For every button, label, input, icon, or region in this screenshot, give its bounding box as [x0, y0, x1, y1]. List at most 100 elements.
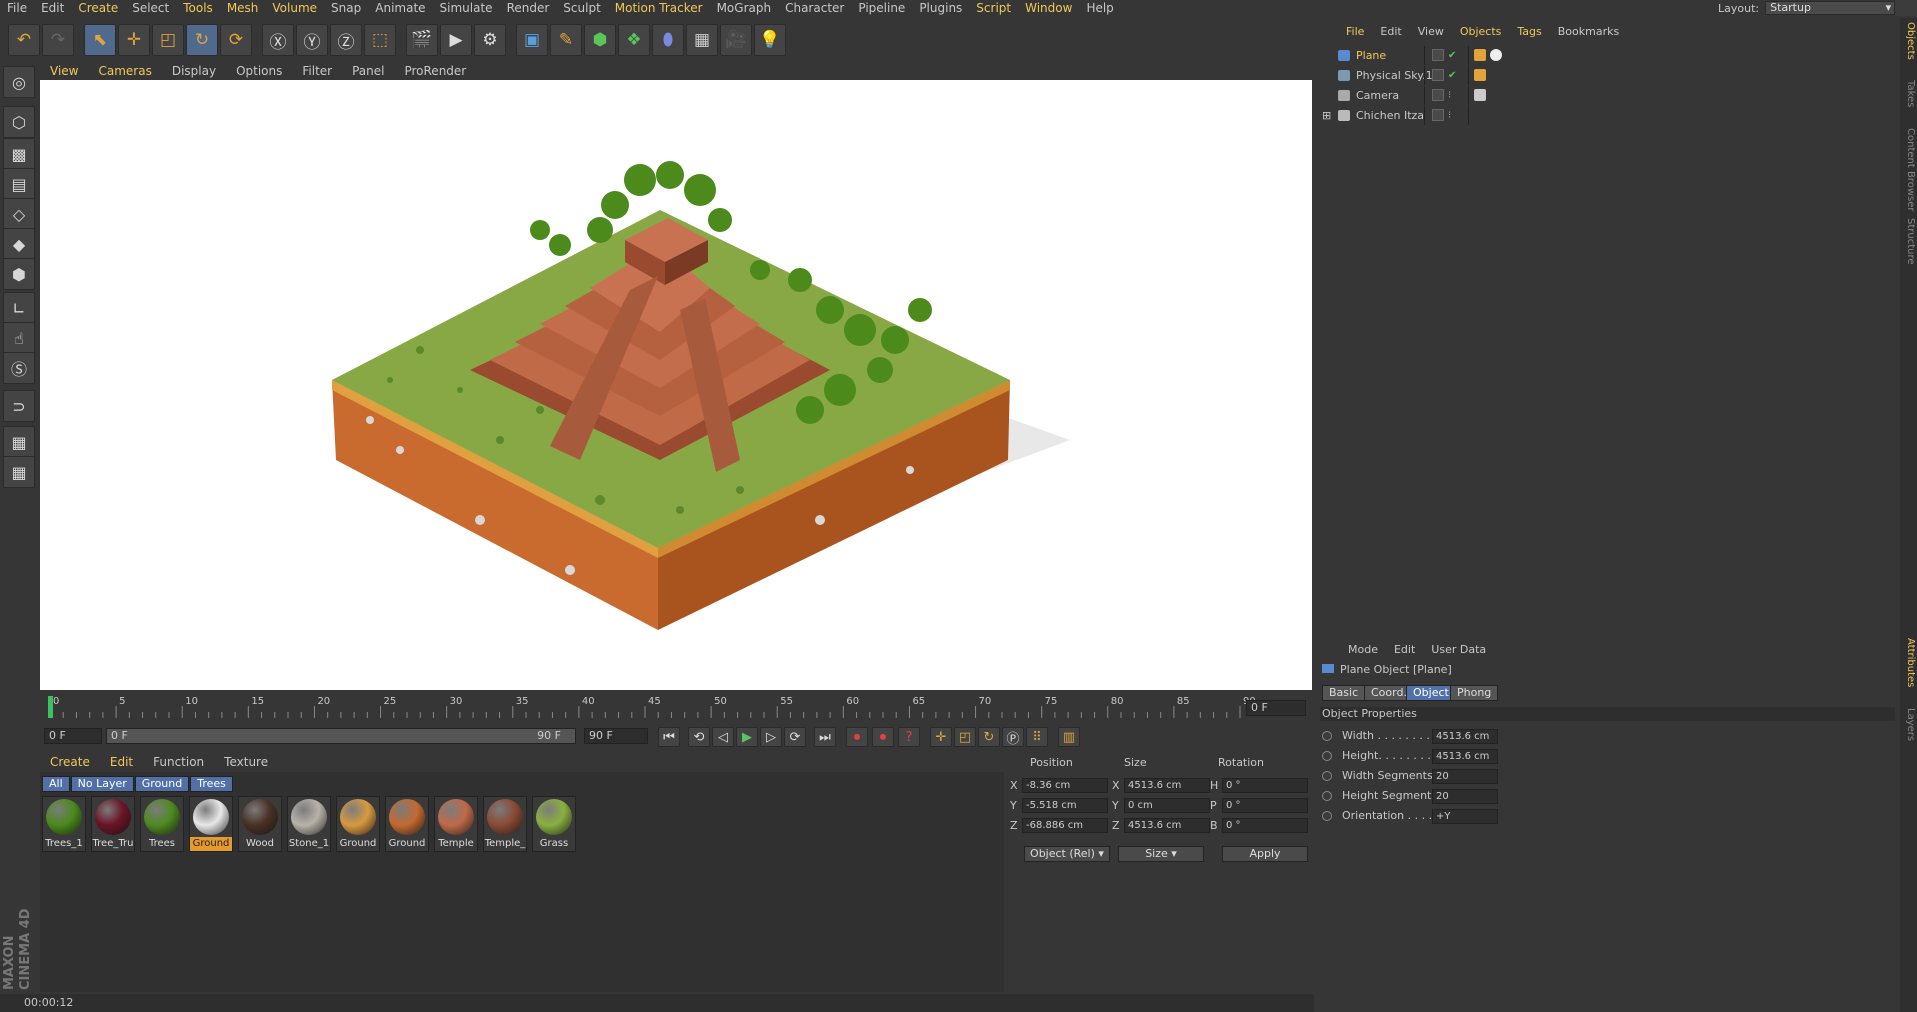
- object-row[interactable]: Physical Sky.1 ✔: [1320, 66, 1900, 85]
- end-frame-field[interactable]: 90 F: [584, 728, 648, 744]
- property-value-field[interactable]: 20: [1432, 789, 1498, 804]
- side-tab-takes[interactable]: Takes: [1901, 80, 1916, 107]
- side-tab-attributes[interactable]: Attributes: [1901, 638, 1916, 687]
- timeline-ruler[interactable]: 051015202530354045505560657075808590 0 F: [40, 692, 1312, 722]
- size-field[interactable]: 4513.6 cm: [1124, 778, 1210, 793]
- texture-tag-icon[interactable]: [1474, 49, 1486, 61]
- position-field[interactable]: -68.886 cm: [1022, 818, 1108, 833]
- sky-tag-icon[interactable]: [1474, 69, 1486, 81]
- autokey-icon[interactable]: ⏺: [872, 727, 894, 747]
- cube-icon[interactable]: ▣: [516, 24, 548, 56]
- menu-select[interactable]: Select: [125, 0, 176, 16]
- menu-volume[interactable]: Volume: [265, 0, 324, 16]
- animate-radio[interactable]: [1322, 751, 1332, 761]
- rotation-field[interactable]: 0 °: [1222, 818, 1308, 833]
- render-settings-icon[interactable]: ⚙: [474, 24, 506, 56]
- layout-dropdown[interactable]: Startup ▾: [1765, 1, 1896, 15]
- property-value-field[interactable]: 20: [1432, 769, 1498, 784]
- viewport-menu-display[interactable]: Display: [162, 64, 226, 78]
- menu-edit[interactable]: Edit: [34, 0, 71, 16]
- expand-icon[interactable]: ⊞: [1322, 106, 1331, 125]
- coordinate-system-icon[interactable]: ⬚: [364, 24, 396, 56]
- visibility-toggle[interactable]: [1432, 69, 1444, 81]
- keyframe-selection-icon[interactable]: ?: [898, 727, 920, 747]
- attribute-menu-mode[interactable]: Mode: [1340, 643, 1386, 656]
- menu-render[interactable]: Render: [500, 0, 557, 16]
- size-mode-dropdown[interactable]: Size ▾: [1118, 846, 1204, 862]
- enable-check-icon[interactable]: ✔: [1448, 66, 1456, 85]
- menu-simulate[interactable]: Simulate: [433, 0, 500, 16]
- menu-motion-tracker[interactable]: Motion Tracker: [608, 0, 710, 16]
- menu-pipeline[interactable]: Pipeline: [851, 0, 912, 16]
- go-to-start-icon[interactable]: ⏮: [658, 727, 680, 747]
- material-swatch[interactable]: Grass: [532, 796, 576, 852]
- camera-tag-icon[interactable]: [1474, 89, 1486, 101]
- animate-radio[interactable]: [1322, 731, 1332, 741]
- record-position-icon[interactable]: ✛: [930, 727, 952, 747]
- property-value-field[interactable]: +Y: [1432, 809, 1498, 824]
- material-swatch[interactable]: Temple: [434, 796, 478, 852]
- record-parameter-icon[interactable]: Ⓟ: [1002, 727, 1024, 747]
- record-icon[interactable]: ⏺: [846, 727, 868, 747]
- deformer-icon[interactable]: ⬮: [652, 24, 684, 56]
- filter-trees[interactable]: Trees: [190, 776, 233, 792]
- rotate-icon[interactable]: ↻: [186, 24, 218, 56]
- visibility-toggle[interactable]: [1432, 89, 1444, 101]
- object-menu-view[interactable]: View: [1410, 25, 1452, 38]
- animate-radio[interactable]: [1322, 791, 1332, 801]
- side-tab-structure[interactable]: Structure: [1901, 218, 1916, 265]
- menu-window[interactable]: Window: [1018, 0, 1079, 16]
- apply-button[interactable]: Apply: [1222, 846, 1308, 862]
- floor-icon[interactable]: ▦: [686, 24, 718, 56]
- camera-icon[interactable]: 🎥: [720, 24, 752, 56]
- filter-no-layer[interactable]: No Layer: [70, 776, 134, 792]
- menu-script[interactable]: Script: [969, 0, 1018, 16]
- material-swatch[interactable]: Stone_1: [287, 796, 331, 852]
- material-swatch[interactable]: Ground: [189, 796, 233, 852]
- menu-tools[interactable]: Tools: [176, 0, 220, 16]
- visibility-toggle[interactable]: [1432, 49, 1444, 61]
- menu-snap[interactable]: Snap: [324, 0, 368, 16]
- tab-object[interactable]: Object: [1406, 685, 1456, 701]
- material-menu-create[interactable]: Create: [40, 755, 100, 769]
- playhead[interactable]: [48, 696, 53, 718]
- material-swatch[interactable]: Ground: [336, 796, 380, 852]
- side-tab-objects[interactable]: Objects: [1901, 22, 1916, 60]
- enable-check-icon[interactable]: ⁝: [1448, 106, 1451, 125]
- planar-workplane-icon[interactable]: ▦: [3, 456, 35, 488]
- object-menu-tags[interactable]: Tags: [1509, 25, 1549, 38]
- material-swatch[interactable]: Ground: [385, 796, 429, 852]
- polygons-mode-icon[interactable]: ⬢: [3, 258, 35, 290]
- menu-create[interactable]: Create: [71, 0, 125, 16]
- render-picture-viewer-icon[interactable]: ▶: [440, 24, 472, 56]
- points-mode-icon[interactable]: ◇: [3, 198, 35, 230]
- material-menu-texture[interactable]: Texture: [214, 755, 278, 769]
- texture-mode-icon[interactable]: ▩: [3, 138, 35, 170]
- position-field[interactable]: -8.36 cm: [1022, 778, 1108, 793]
- size-field[interactable]: 0 cm: [1124, 798, 1210, 813]
- edges-mode-icon[interactable]: ◆: [3, 228, 35, 260]
- menu-animate[interactable]: Animate: [368, 0, 432, 16]
- next-frame-icon[interactable]: ▷: [760, 727, 782, 747]
- previous-frame-icon[interactable]: ◁: [712, 727, 734, 747]
- live-selection-icon[interactable]: ⬉: [84, 24, 116, 56]
- object-row[interactable]: ⊞ Chichen Itza ⁝: [1320, 106, 1900, 125]
- rotation-field[interactable]: 0 °: [1222, 778, 1308, 793]
- tweak-mode-icon[interactable]: ☝: [3, 322, 35, 354]
- material-swatch[interactable]: Tree_Tru: [91, 796, 135, 852]
- enable-check-icon[interactable]: ✔: [1448, 46, 1456, 65]
- menu-plugins[interactable]: Plugins: [912, 0, 969, 16]
- material-tag-icon[interactable]: [1490, 49, 1502, 61]
- y-axis-lock-icon[interactable]: Ⓨ: [296, 24, 328, 56]
- viewport-menu-panel[interactable]: Panel: [342, 64, 394, 78]
- side-tab-content-browser[interactable]: Content Browser: [1901, 128, 1916, 211]
- material-swatch[interactable]: Wood: [238, 796, 282, 852]
- redo-icon[interactable]: ↷: [42, 24, 74, 56]
- magnet-icon[interactable]: ⊃: [3, 390, 35, 422]
- enable-check-icon[interactable]: ⁝: [1448, 86, 1451, 105]
- viewport-menu-options[interactable]: Options: [226, 64, 292, 78]
- object-menu-bookmarks[interactable]: Bookmarks: [1550, 25, 1627, 38]
- viewport-menu-filter[interactable]: Filter: [292, 64, 342, 78]
- viewport-menu-cameras[interactable]: Cameras: [88, 64, 161, 78]
- side-tab-layers[interactable]: Layers: [1901, 708, 1916, 741]
